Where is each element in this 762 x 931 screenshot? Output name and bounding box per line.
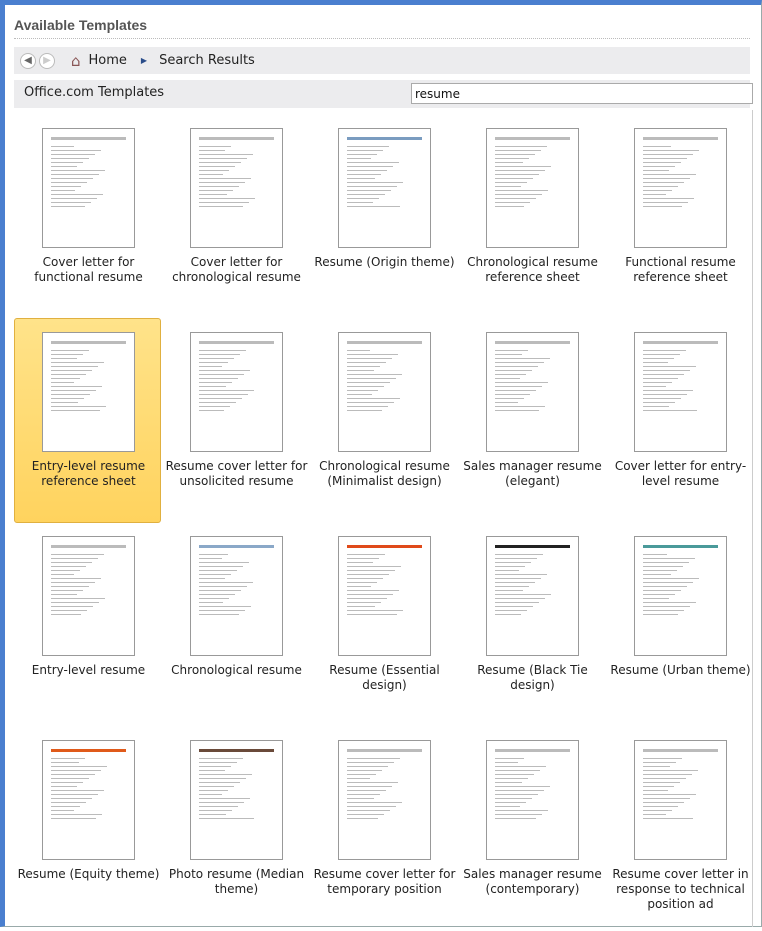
template-item[interactable]: Entry-level resume reference sheet <box>14 318 161 523</box>
template-label: Chronological resume (Minimalist design) <box>319 459 450 488</box>
template-item[interactable]: Functional resume reference sheet <box>606 114 753 319</box>
template-label: Entry-level resume <box>31 663 146 677</box>
back-button[interactable]: ◀ <box>20 52 36 69</box>
template-thumbnail <box>486 740 579 860</box>
page-title: Available Templates <box>14 17 148 33</box>
template-item[interactable]: Resume cover letter for temporary positi… <box>310 726 457 931</box>
template-item[interactable]: Resume (Urban theme) <box>606 522 753 727</box>
template-thumbnail <box>190 128 283 248</box>
template-item[interactable]: Photo resume (Median theme) <box>162 726 309 931</box>
template-label: Cover letter for functional resume <box>34 255 143 284</box>
template-label: Sales manager resume (contemporary) <box>463 867 602 896</box>
template-item[interactable]: Resume (Origin theme) <box>310 114 457 319</box>
template-thumbnail <box>634 332 727 452</box>
template-label: Resume (Origin theme) <box>314 255 455 269</box>
template-label: Resume cover letter for unsolicited resu… <box>165 459 308 488</box>
breadcrumb-home[interactable]: Home <box>89 53 127 68</box>
source-bar: Office.com Templates <box>14 80 753 108</box>
template-item[interactable]: Resume (Equity theme) <box>14 726 161 931</box>
forward-button[interactable]: ▶ <box>39 52 55 69</box>
template-thumbnail <box>486 536 579 656</box>
template-thumbnail <box>42 128 135 248</box>
breadcrumb-current: Search Results <box>159 53 255 68</box>
template-thumbnail <box>634 128 727 248</box>
template-item[interactable]: Chronological resume reference sheet <box>458 114 605 319</box>
template-item[interactable]: Resume cover letter for unsolicited resu… <box>162 318 309 523</box>
template-label: Resume (Urban theme) <box>610 663 751 677</box>
template-thumbnail <box>634 536 727 656</box>
template-thumbnail <box>42 536 135 656</box>
search-input[interactable] <box>411 83 753 104</box>
source-label: Office.com Templates <box>24 85 165 100</box>
template-item[interactable]: Sales manager resume (contemporary) <box>458 726 605 931</box>
template-label: Sales manager resume (elegant) <box>463 459 602 488</box>
template-label: Photo resume (Median theme) <box>168 867 305 896</box>
home-icon[interactable]: ⌂ <box>71 52 81 70</box>
divider <box>14 38 750 39</box>
template-label: Resume cover letter for temporary positi… <box>313 867 456 896</box>
template-label: Cover letter for entry-level resume <box>614 459 747 488</box>
template-item[interactable]: Cover letter for entry-level resume <box>606 318 753 523</box>
template-thumbnail <box>338 536 431 656</box>
template-label: Functional resume reference sheet <box>625 255 736 284</box>
template-item[interactable]: Sales manager resume (elegant) <box>458 318 605 523</box>
template-item[interactable]: Resume (Essential design) <box>310 522 457 727</box>
navigation-bar: ◀ ▶ ⌂ Home ▶ Search Results <box>14 47 750 74</box>
template-item[interactable]: Chronological resume <box>162 522 309 727</box>
template-item[interactable]: Chronological resume (Minimalist design) <box>310 318 457 523</box>
template-label: Resume cover letter in response to techn… <box>612 867 749 911</box>
template-label: Resume (Black Tie design) <box>477 663 588 692</box>
template-item[interactable]: Cover letter for chronological resume <box>162 114 309 319</box>
template-thumbnail <box>190 740 283 860</box>
template-label: Entry-level resume reference sheet <box>31 459 146 488</box>
template-thumbnail <box>42 740 135 860</box>
template-thumbnail <box>190 332 283 452</box>
template-thumbnail <box>42 332 135 452</box>
template-label: Chronological resume reference sheet <box>467 255 598 284</box>
template-label: Resume (Equity theme) <box>17 867 160 881</box>
template-item[interactable]: Resume (Black Tie design) <box>458 522 605 727</box>
template-thumbnail <box>190 536 283 656</box>
template-label: Resume (Essential design) <box>329 663 440 692</box>
template-item[interactable]: Resume cover letter in response to techn… <box>606 726 753 931</box>
template-item[interactable]: Entry-level resume <box>14 522 161 727</box>
template-thumbnail <box>486 128 579 248</box>
breadcrumb-separator-icon: ▶ <box>140 56 148 65</box>
template-label: Chronological resume <box>171 663 302 677</box>
template-thumbnail <box>338 332 431 452</box>
template-thumbnail <box>634 740 727 860</box>
template-thumbnail <box>486 332 579 452</box>
template-item[interactable]: Cover letter for functional resume <box>14 114 161 319</box>
template-label: Cover letter for chronological resume <box>172 255 301 284</box>
template-thumbnail <box>338 740 431 860</box>
template-thumbnail <box>338 128 431 248</box>
